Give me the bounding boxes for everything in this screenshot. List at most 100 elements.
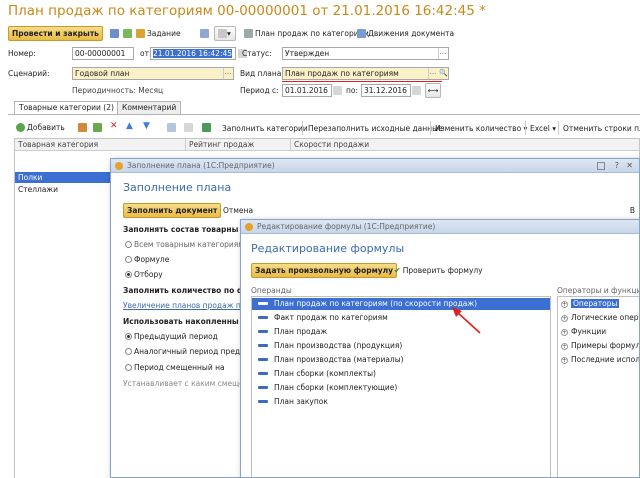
plan-type-open-icon[interactable]: 🔍 [439,69,448,77]
tree-item-recent[interactable]: + Последние испол [561,355,639,364]
increase-plans-link[interactable]: Увеличение планов продаж пр [123,301,246,310]
list-item[interactable]: План сборки (комплектующие) [252,382,550,394]
radio-shifted[interactable] [125,364,132,371]
scenario-select-button[interactable]: ... [223,68,232,79]
formula-titlebar: Редактирование формулы (1С:Предприятие) [241,220,639,234]
operand-icon [258,400,268,403]
annotation-arrow-icon [452,307,481,334]
excel-button[interactable]: Excel ▾ [530,124,556,133]
post-icon[interactable] [123,29,132,38]
create-based-button[interactable]: ▾ [214,26,236,41]
radio-formula[interactable] [125,256,132,263]
expand-icon[interactable]: + [561,357,568,364]
date-field[interactable]: 21.01.2016 16:42:45 [150,47,236,60]
toolbar-separator [558,121,559,135]
close-icon[interactable]: ✕ [626,161,633,170]
operators-tree [557,296,639,477]
formula-dialog: Редактирование формулы (1С:Предприятие) … [240,219,640,478]
toolbar-separator [525,121,526,135]
period-to-field[interactable]: 31.12.2016 [361,84,411,97]
app-logo-icon [245,223,253,231]
radio-previous[interactable] [125,333,132,340]
plan-type-select-button[interactable]: ... [428,68,437,79]
tree-item-logical[interactable]: + Логические опера [561,313,639,322]
cancel-button[interactable]: Отмена [223,206,253,215]
toolbar-separator [430,121,431,135]
add-row-button[interactable]: Добавить [16,123,65,132]
scenario-field[interactable]: Годовой план [72,67,234,80]
operand-icon [258,386,268,389]
status-select-button[interactable]: ... [438,48,447,59]
tab-comment[interactable]: Комментарий [117,101,182,114]
help-icon[interactable]: ? [615,161,619,170]
report-icon[interactable] [200,29,209,38]
list-item[interactable]: План продаж [252,326,550,338]
period-from-field[interactable]: 01.01.2016 [282,84,332,97]
option-similar-period[interactable]: Аналогичный период предыд [125,347,251,356]
tree-item-functions[interactable]: + Функции [561,327,606,336]
expand-icon[interactable]: + [561,315,568,322]
fill-document-button[interactable]: Заполнить документ [123,203,222,218]
column-header-speed[interactable]: Скорости продажи [290,139,639,151]
task-button[interactable]: Задание [136,29,181,38]
list-item[interactable]: План производства (продукция) [252,340,550,352]
paste-icon[interactable] [184,123,193,132]
list-item[interactable]: План закупок [252,396,550,408]
operators-label: Операторы и функции [557,286,640,295]
radio-all[interactable] [125,241,132,248]
expand-icon[interactable]: + [561,343,568,350]
window-menu-icon[interactable] [597,162,605,170]
post-and-close-button[interactable]: Провести и закрыть [8,26,103,41]
option-all-categories[interactable]: Всем товарным категориям [125,240,244,249]
table-row[interactable]: Полки [15,172,111,183]
list-item[interactable]: Факт продаж по категориям [252,312,550,324]
option-formula[interactable]: Формуле [125,255,169,264]
compose-label: Заполнять состав товарны [123,225,239,234]
edit-icon[interactable] [93,123,102,132]
move-up-icon[interactable]: ▲ [126,121,133,131]
refill-source-button[interactable]: Перезаполнить исходные данные [308,124,443,133]
save-icon[interactable] [110,29,119,38]
cancel-plan-rows-button[interactable]: Отменить строки плана [563,124,640,133]
accumulated-label: Использовать накопленны [123,317,239,326]
task-icon [136,29,145,38]
expand-icon[interactable]: + [561,301,568,308]
tree-item-examples[interactable]: + Примеры формул [561,341,639,350]
radio-selection[interactable] [125,271,132,278]
document-moves-button[interactable]: Движения документа [357,29,454,38]
status-field[interactable]: Утвержден [282,47,449,60]
expand-icon[interactable]: + [561,329,568,336]
operand-icon [258,316,268,319]
check-formula-button[interactable]: ✔ Проверить формулу [394,266,483,275]
operand-icon [258,358,268,361]
option-shifted-period[interactable]: Период смещенный на [125,363,225,372]
window-title: План продаж по категориям 00-00000001 от… [8,3,486,19]
period-select-button[interactable]: ⟷ [425,83,441,98]
fill-categories-button[interactable]: Заполнить категории [222,124,308,133]
period-from-calendar-icon[interactable] [333,86,342,95]
copy-row-icon[interactable] [78,123,87,132]
option-selection[interactable]: Отбору [125,270,163,279]
column-header-category[interactable]: Товарная категория [15,139,185,151]
number-label: Номер: [8,49,36,58]
delete-icon[interactable]: ✕ [110,121,118,131]
radio-similar[interactable] [125,348,132,355]
change-quantity-button[interactable]: Изменить количество ▾ [435,124,527,133]
plan-type-field[interactable]: План продаж по категориям [282,67,449,80]
list-item[interactable]: План продаж по категориям (по скорости п… [252,298,550,310]
column-header-rating[interactable]: Рейтинг продаж [185,139,290,151]
list-item[interactable]: План производства (материалы) [252,354,550,366]
operand-icon [258,372,268,375]
print-plan-button[interactable]: План продаж по категориям [244,29,369,38]
list-item[interactable]: План сборки (комплекты) [252,368,550,380]
move-down-icon[interactable]: ▼ [143,121,150,131]
period-to-calendar-icon[interactable] [412,86,421,95]
option-previous-period[interactable]: Предыдущий период [125,332,218,341]
fill-icon[interactable] [202,123,211,132]
copy-icon[interactable] [167,123,176,132]
tree-item-operators[interactable]: + Операторы [561,299,620,308]
set-formula-button[interactable]: Задать произвольную формулу [251,263,397,278]
tab-product-categories[interactable]: Товарные категории (2) [14,101,119,115]
number-field[interactable]: 00-00000001 [72,47,134,60]
table-row[interactable]: Стеллажи [15,184,111,195]
